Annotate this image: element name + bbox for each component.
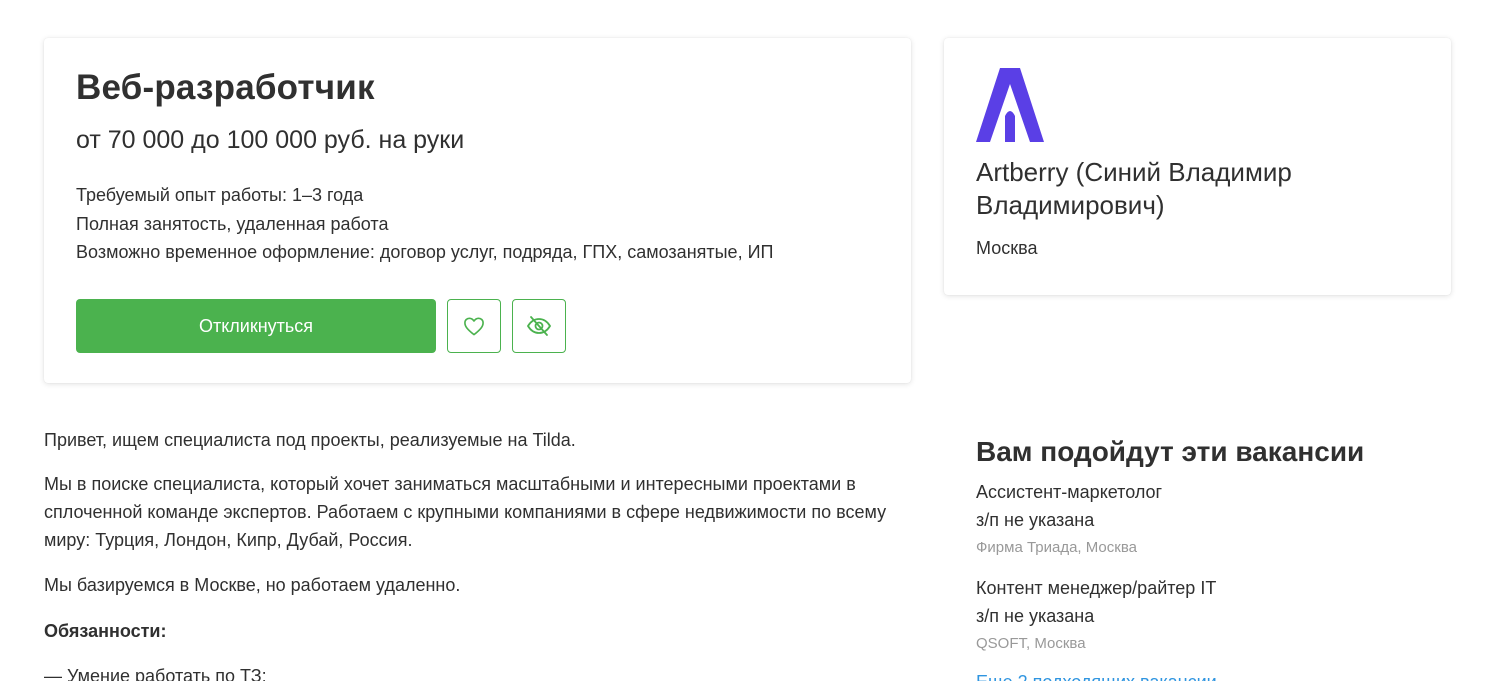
recommended-vacancy[interactable]: Ассистент-маркетолог з/п не указана Фирм…: [976, 478, 1446, 562]
description-paragraph: Мы в поиске специалиста, который хочет з…: [44, 474, 887, 550]
description-paragraph: Мы базируемся в Москве, но работаем удал…: [44, 575, 461, 595]
company-card: Artberry (Синий Владимир Владимирович) М…: [944, 38, 1451, 295]
favorite-button[interactable]: [447, 299, 501, 353]
experience-text: Требуемый опыт работы: 1–3 года: [76, 185, 364, 205]
responsibility-item: — Умение работать по ТЗ;: [44, 666, 267, 681]
hide-button[interactable]: [512, 299, 566, 353]
company-name[interactable]: Artberry (Синий Владимир Владимирович): [976, 156, 1416, 222]
recommended-vacancy-company: Фирма Триада, Москва: [976, 539, 1137, 556]
responsibilities-heading: Обязанности:: [44, 621, 167, 641]
artberry-logo[interactable]: [976, 68, 1044, 142]
eye-off-icon: [526, 316, 552, 336]
recommended-vacancy-salary: з/п не указана: [976, 510, 1095, 530]
more-vacancies-link[interactable]: Еще 2 подходящих вакансии: [976, 672, 1217, 681]
vacancy-page: Веб-разработчик от 70 000 до 100 000 руб…: [0, 0, 1498, 681]
recommended-vacancy-salary: з/п не указана: [976, 606, 1095, 626]
respond-button[interactable]: Откликнуться: [76, 299, 436, 353]
recommendations-heading: Вам подойдут эти вакансии: [976, 436, 1365, 467]
employment-text: Полная занятость, удаленная работа: [76, 214, 389, 234]
recommended-vacancy-title[interactable]: Контент менеджер/райтер IT: [976, 574, 1446, 602]
heart-icon: [464, 317, 484, 336]
description-paragraph: Привет, ищем специалиста под проекты, ре…: [44, 430, 576, 450]
recommended-vacancy[interactable]: Контент менеджер/райтер IT з/п не указан…: [976, 574, 1446, 658]
vacancy-title: Веб-разработчик: [76, 68, 375, 107]
vacancy-salary: от 70 000 до 100 000 руб. на руки: [76, 126, 465, 154]
recommended-vacancy-title[interactable]: Ассистент-маркетолог: [976, 478, 1446, 506]
contract-text: Возможно временное оформление: договор у…: [76, 242, 774, 262]
vacancy-header-card: Веб-разработчик от 70 000 до 100 000 руб…: [44, 38, 911, 383]
company-city: Москва: [976, 238, 1038, 258]
recommended-vacancy-company: QSOFT, Москва: [976, 635, 1086, 652]
